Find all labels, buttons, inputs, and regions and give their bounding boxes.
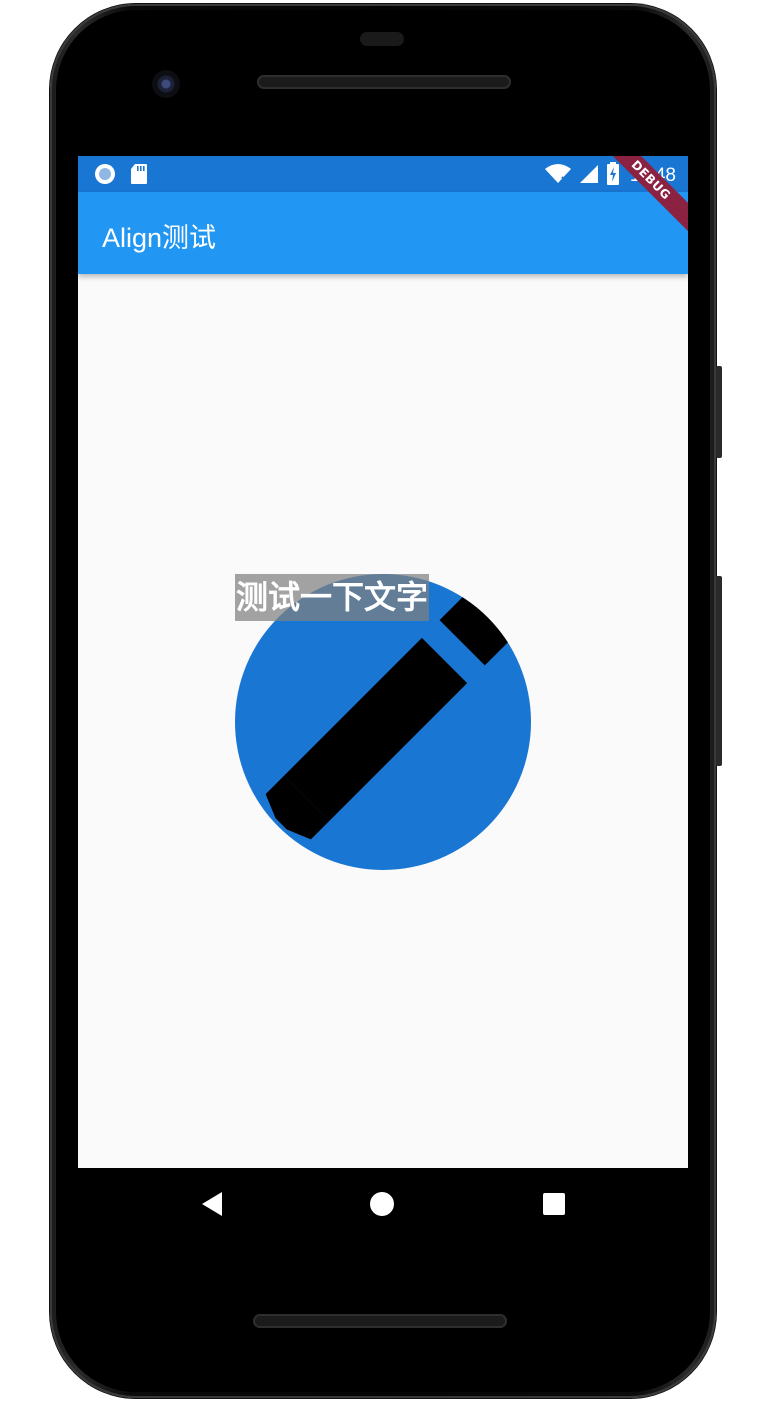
status-left-icons <box>94 163 148 189</box>
status-bar: 11:48 <box>78 156 688 192</box>
volume-button <box>716 576 722 766</box>
overlay-text: 测试一下文字 <box>235 574 430 621</box>
power-button <box>716 366 722 458</box>
recents-icon <box>543 1193 565 1215</box>
front-camera <box>152 70 180 98</box>
battery-charging-icon <box>606 162 620 190</box>
app-screen: 11:48 Align测试 DEBUG 测试一下文字 <box>78 156 688 1168</box>
navigation-bar <box>78 1168 688 1240</box>
signal-icon <box>578 163 600 189</box>
app-bar: Align测试 <box>78 192 688 274</box>
back-button[interactable] <box>194 1186 230 1222</box>
recents-button[interactable] <box>536 1186 572 1222</box>
record-icon <box>94 163 116 189</box>
wifi-icon <box>544 163 572 189</box>
sd-card-icon <box>130 163 148 189</box>
home-icon <box>370 1192 394 1216</box>
home-button[interactable] <box>364 1186 400 1222</box>
bottom-speaker <box>253 1314 507 1328</box>
proximity-sensor <box>360 32 404 46</box>
top-speaker <box>257 75 511 89</box>
back-icon <box>202 1192 222 1216</box>
app-bar-title: Align测试 <box>102 223 217 253</box>
